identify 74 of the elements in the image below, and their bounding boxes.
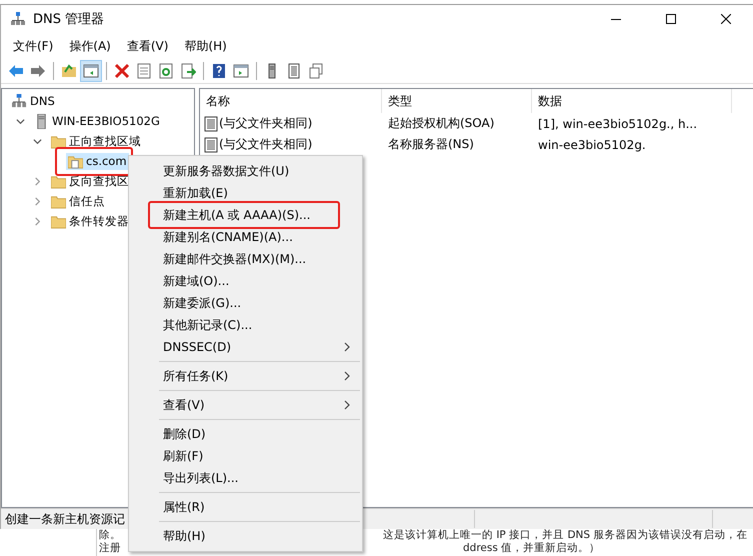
expand-chevron-icon[interactable] <box>33 176 42 186</box>
dialog-text: 除。 <box>99 529 121 542</box>
menu-item[interactable]: 重新加载(E) <box>129 182 362 204</box>
expand-chevron-icon[interactable] <box>33 196 42 206</box>
menu-item[interactable]: 删除(D) <box>129 423 362 445</box>
menu-item[interactable]: 文件(F) <box>5 36 62 56</box>
menu-item[interactable]: 刷新(F) <box>129 445 362 467</box>
list-icon <box>286 63 302 79</box>
tree-item[interactable]: 信任点 <box>49 192 107 210</box>
folder-icon <box>51 214 66 228</box>
menu-item[interactable]: 新建委派(G)... <box>129 292 362 314</box>
menu-item[interactable]: 查看(V) <box>129 394 362 416</box>
maximize-icon <box>666 14 676 24</box>
table-cell: win-ee3bio5102g. <box>538 138 646 152</box>
dialog-text: 注册 <box>99 542 121 555</box>
menu-item[interactable]: 帮助(H) <box>176 36 235 56</box>
close-icon <box>720 14 730 24</box>
menu-item[interactable]: DNSSEC(D) <box>129 336 362 358</box>
table-cell: [1], win-ee3bio5102g., h... <box>538 116 698 130</box>
column-header[interactable]: 类型 <box>382 89 532 113</box>
menu-item[interactable]: 导出列表(L)... <box>129 467 362 489</box>
folder-icon <box>51 194 66 208</box>
menu-item[interactable]: 新建邮件交换器(MX)(M)... <box>129 248 362 270</box>
menu-item[interactable]: 更新服务器数据文件(U) <box>129 160 362 182</box>
table-cell: (与父文件夹相同) <box>219 115 312 132</box>
menu-item[interactable]: 所有任务(K) <box>129 365 362 387</box>
delete-icon <box>114 63 130 79</box>
record-icon <box>204 116 218 132</box>
export-icon <box>180 63 196 79</box>
dialog-text: ddress 值，并重新启动。） <box>463 542 600 555</box>
record-icon <box>204 136 218 152</box>
table-cell: 起始授权机构(SOA) <box>388 115 494 132</box>
status-text: 创建一条新主机资源记 <box>4 511 126 528</box>
menu-item[interactable]: 新建主机(A 或 AAAA)(S)... <box>129 204 362 226</box>
refresh-icon <box>158 63 174 79</box>
menu-item[interactable]: 其他新记录(C)... <box>129 314 362 336</box>
menu-item[interactable]: 查看(V) <box>118 36 176 56</box>
table-cell: (与父文件夹相同) <box>219 136 312 153</box>
back-arrow-icon <box>8 63 24 79</box>
table-cell: 名称服务器(NS) <box>388 136 474 153</box>
menu-item[interactable]: 属性(R) <box>129 496 362 518</box>
tree-item[interactable]: 正向查找区域 <box>49 132 143 150</box>
help-icon <box>211 63 227 79</box>
chevron-right-icon <box>344 371 350 381</box>
panel-icon <box>83 63 99 79</box>
tree-item[interactable]: 条件转发器 <box>49 212 131 230</box>
column-header[interactable]: 名称 <box>200 89 382 113</box>
window-icon <box>233 63 249 79</box>
minimize-icon <box>610 18 620 20</box>
folder-icon <box>61 63 77 79</box>
folder-icon <box>51 134 66 148</box>
menu-item[interactable]: 新建别名(CNAME)(A)... <box>129 226 362 248</box>
folder-icon <box>51 174 66 188</box>
chevron-right-icon <box>344 342 350 352</box>
network-icon <box>12 94 27 108</box>
column-header[interactable]: 数据 <box>532 89 732 113</box>
chevron-right-icon <box>344 400 350 410</box>
dialog-text: 这是该计算机上唯一的 IP 接口，并且 DNS 服务器因为该错误没有启动，在 <box>383 529 748 542</box>
copy-icon <box>308 63 324 79</box>
menu-item[interactable]: 帮助(H) <box>129 525 362 547</box>
menu-item[interactable]: 操作(A) <box>61 36 119 56</box>
network-icon <box>11 12 25 26</box>
collapse-chevron-icon[interactable] <box>16 116 25 126</box>
document-icon <box>136 63 152 79</box>
panel-button[interactable] <box>80 60 102 82</box>
zone-folder-icon <box>68 154 83 168</box>
tree-item[interactable]: 反向查找区 <box>49 172 131 190</box>
forward-arrow-icon <box>30 63 46 79</box>
menu-item[interactable]: 新建域(O)... <box>129 270 362 292</box>
collapse-chevron-icon[interactable] <box>33 136 42 146</box>
tree-item[interactable]: WIN-EE3BIO5102G <box>32 112 162 130</box>
window-title: DNS 管理器 <box>33 11 104 28</box>
expand-chevron-icon[interactable] <box>33 216 42 226</box>
tree-item[interactable]: DNS <box>10 92 57 110</box>
